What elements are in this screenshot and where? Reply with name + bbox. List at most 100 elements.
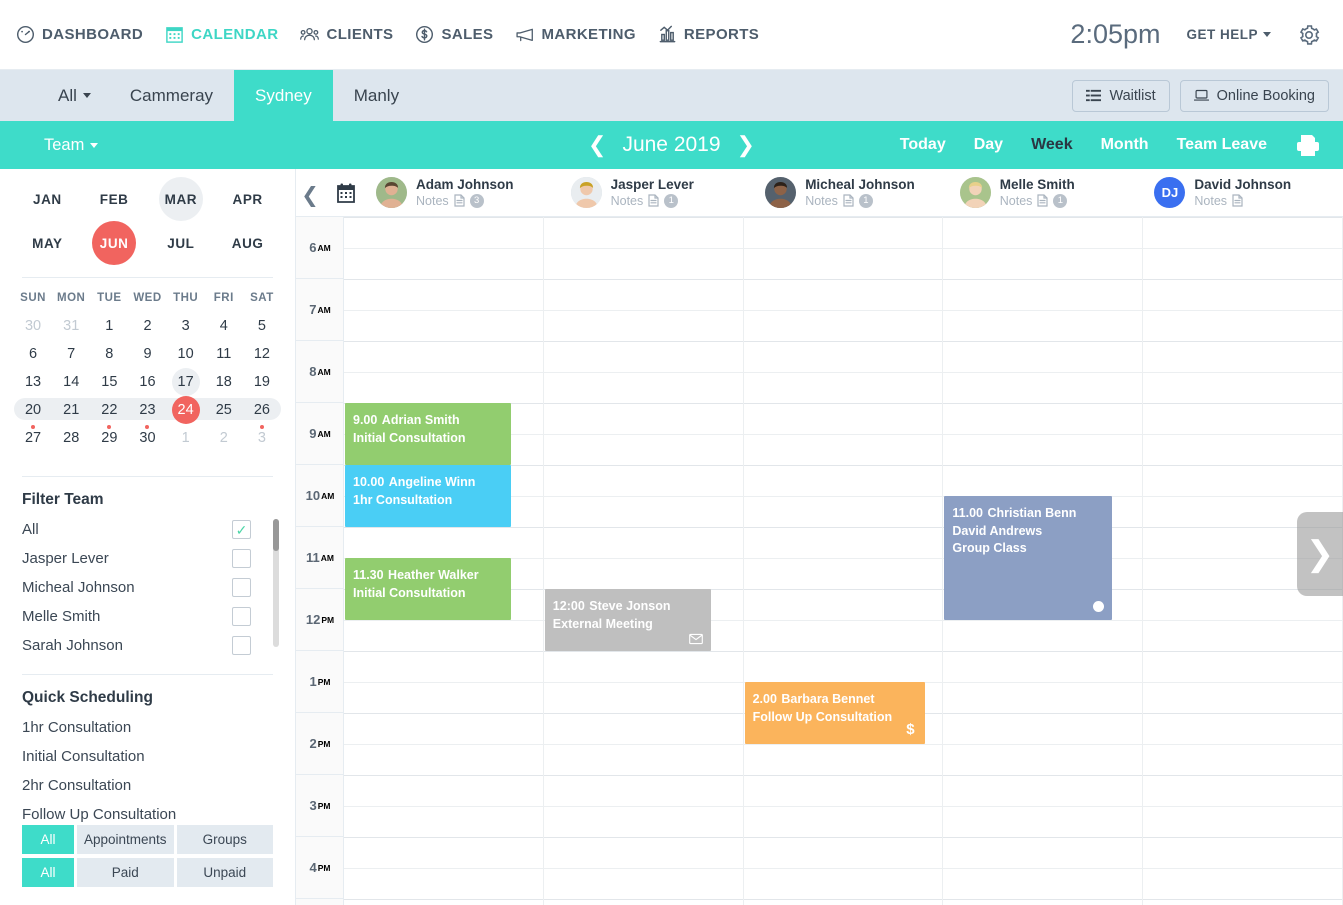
calendar-day[interactable]: 3 bbox=[243, 424, 281, 452]
appointment-block[interactable]: 12:00 Steve Jonson External Meeting bbox=[544, 589, 711, 651]
appointment-block[interactable]: 11.30 Heather Walker Initial Consultation bbox=[345, 558, 511, 620]
calendar-day[interactable]: 31 bbox=[52, 312, 90, 340]
toggle-paid[interactable]: Paid bbox=[77, 858, 174, 887]
filter-checkbox[interactable] bbox=[232, 607, 251, 626]
month-may[interactable]: MAY bbox=[14, 221, 81, 265]
toggle-unpaid[interactable]: Unpaid bbox=[176, 858, 273, 887]
calendar-day[interactable]: 7 bbox=[52, 340, 90, 368]
avatar[interactable]: DJ bbox=[1154, 177, 1186, 208]
calendar-day[interactable]: 16 bbox=[128, 368, 166, 396]
gear-icon[interactable] bbox=[1297, 23, 1321, 47]
prev-period-button[interactable]: ❮ bbox=[588, 134, 606, 156]
view-button-month[interactable]: Month bbox=[1101, 136, 1149, 154]
calendar-day[interactable]: 2 bbox=[128, 312, 166, 340]
filter-team-item[interactable]: All bbox=[0, 515, 273, 544]
sidebar-collapse-button[interactable]: ❮ bbox=[300, 183, 320, 207]
calendar-day[interactable]: 14 bbox=[52, 368, 90, 396]
calendar-day[interactable]: 26 bbox=[243, 396, 281, 429]
calendar-day[interactable]: 30 bbox=[128, 424, 166, 452]
filter-team-item[interactable]: Melle Smith bbox=[0, 602, 273, 631]
calendar-day[interactable]: 25 bbox=[205, 396, 243, 424]
filter-checkbox[interactable] bbox=[232, 549, 251, 568]
calendar-day[interactable]: 29 bbox=[90, 424, 128, 452]
next-period-button[interactable]: ❯ bbox=[737, 134, 755, 156]
toggle-all[interactable]: All bbox=[22, 825, 74, 854]
staff-column-header[interactable]: Melle Smith Notes 1 bbox=[954, 177, 1149, 208]
view-button-week[interactable]: Week bbox=[1031, 136, 1073, 154]
location-tab-sydney[interactable]: Sydney bbox=[234, 70, 333, 121]
view-button-team-leave[interactable]: Team Leave bbox=[1177, 136, 1267, 154]
nav-item-reports[interactable]: REPORTS bbox=[658, 25, 759, 44]
calendar-day[interactable]: 2 bbox=[205, 424, 243, 452]
calendar-day[interactable]: 10 bbox=[167, 340, 205, 368]
calendar-day[interactable]: 23 bbox=[128, 396, 166, 429]
toggle-appointments[interactable]: Appointments bbox=[77, 825, 174, 854]
waitlist-button[interactable]: Waitlist bbox=[1072, 79, 1170, 112]
month-aug[interactable]: AUG bbox=[214, 221, 281, 265]
month-apr[interactable]: APR bbox=[214, 177, 281, 221]
staff-notes[interactable]: Notes 1 bbox=[805, 193, 915, 208]
filter-checkbox[interactable] bbox=[232, 520, 251, 539]
calendar-day[interactable]: 3 bbox=[167, 312, 205, 340]
staff-day-column[interactable]: 9.00 Adrian Smith Initial Consultation 10.… bbox=[344, 217, 544, 905]
calendar-day[interactable]: 4 bbox=[205, 312, 243, 340]
calendar-day[interactable]: 28 bbox=[52, 424, 90, 452]
nav-item-calendar[interactable]: CALENDAR bbox=[165, 25, 278, 44]
quick-scheduling-item[interactable]: Initial Consultation bbox=[0, 742, 295, 771]
view-button-today[interactable]: Today bbox=[900, 136, 946, 154]
printer-icon[interactable] bbox=[1295, 133, 1321, 157]
quick-scheduling-item[interactable]: 1hr Consultation bbox=[0, 713, 295, 742]
toggle-all[interactable]: All bbox=[22, 858, 74, 887]
nav-item-dashboard[interactable]: DASHBOARD bbox=[16, 25, 143, 44]
nav-item-marketing[interactable]: MARKETING bbox=[515, 25, 636, 44]
avatar[interactable] bbox=[765, 177, 797, 208]
staff-notes[interactable]: Notes 1 bbox=[1000, 193, 1075, 208]
avatar[interactable] bbox=[959, 177, 991, 208]
calendar-day[interactable]: 20 bbox=[14, 396, 52, 429]
calendar-day[interactable]: 22 bbox=[90, 396, 128, 429]
month-jun[interactable]: JUN bbox=[81, 221, 148, 265]
appointment-block[interactable]: 9.00 Adrian Smith Initial Consultation bbox=[345, 403, 511, 465]
filter-checkbox[interactable] bbox=[232, 636, 251, 655]
calendar-day[interactable]: 13 bbox=[14, 368, 52, 396]
calendar-day[interactable]: 24 bbox=[167, 396, 205, 424]
calendar-day[interactable]: 1 bbox=[90, 312, 128, 340]
online-booking-button[interactable]: Online Booking bbox=[1179, 79, 1329, 112]
calendar-day[interactable]: 12 bbox=[243, 340, 281, 368]
month-mar[interactable]: MAR bbox=[148, 177, 215, 221]
month-jul[interactable]: JUL bbox=[148, 221, 215, 265]
nav-item-clients[interactable]: CLIENTS bbox=[300, 25, 393, 44]
calendar-day[interactable]: 19 bbox=[243, 368, 281, 396]
staff-column-header[interactable]: Micheal Johnson Notes 1 bbox=[759, 177, 954, 208]
calendar-day[interactable]: 17 bbox=[167, 368, 205, 396]
calendar-day[interactable]: 18 bbox=[205, 368, 243, 396]
avatar[interactable] bbox=[570, 177, 602, 208]
appointment-block[interactable]: 11.00 Christian Benn David Andrews Group C… bbox=[944, 496, 1113, 620]
calendar-day[interactable]: 30 bbox=[14, 312, 52, 340]
filter-scrollbar[interactable] bbox=[273, 519, 279, 647]
calendar-day[interactable]: 15 bbox=[90, 368, 128, 396]
staff-notes[interactable]: Notes 1 bbox=[611, 193, 694, 208]
appointment-block[interactable]: 2.00 Barbara Bennet Follow Up Consultatio… bbox=[744, 682, 925, 744]
month-feb[interactable]: FEB bbox=[81, 177, 148, 221]
next-week-button[interactable]: ❯ bbox=[1297, 512, 1343, 596]
calendar-day[interactable]: 9 bbox=[128, 340, 166, 368]
filter-team-item[interactable]: Micheal Johnson bbox=[0, 573, 273, 602]
staff-column-header[interactable]: Jasper Lever Notes 1 bbox=[565, 177, 760, 208]
calendar-icon[interactable] bbox=[322, 182, 370, 204]
calendar-day[interactable]: 21 bbox=[52, 396, 90, 424]
calendar-day[interactable]: 6 bbox=[14, 340, 52, 368]
staff-day-column[interactable]: 11.00 Christian Benn David Andrews Group C… bbox=[943, 217, 1144, 905]
team-dropdown[interactable]: Team bbox=[0, 136, 99, 155]
staff-day-column[interactable]: 2.00 Barbara Bennet Follow Up Consultatio… bbox=[743, 217, 944, 905]
quick-scheduling-item[interactable]: 2hr Consultation bbox=[0, 771, 295, 800]
calendar-day[interactable]: 27 bbox=[14, 424, 52, 452]
filter-checkbox[interactable] bbox=[232, 578, 251, 597]
view-button-day[interactable]: Day bbox=[974, 136, 1003, 154]
nav-item-sales[interactable]: SALES bbox=[415, 25, 493, 44]
staff-column-header[interactable]: DJ David Johnson Notes bbox=[1148, 177, 1343, 208]
calendar-day[interactable]: 1 bbox=[167, 424, 205, 452]
calendar-day[interactable]: 8 bbox=[90, 340, 128, 368]
staff-column-header[interactable]: Adam Johnson Notes 3 bbox=[370, 177, 565, 208]
toggle-groups[interactable]: Groups bbox=[176, 825, 273, 854]
